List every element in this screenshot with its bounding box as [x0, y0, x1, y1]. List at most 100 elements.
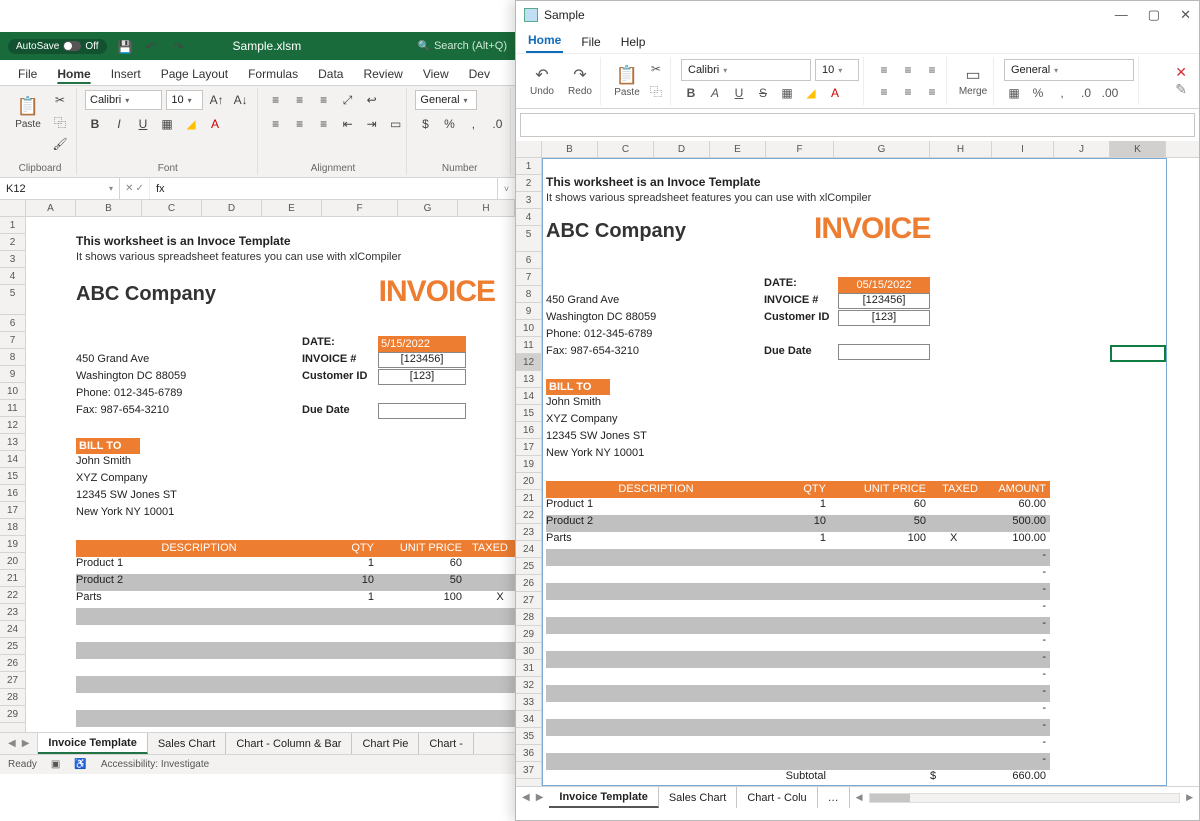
sm-row-header[interactable]: 25 — [516, 558, 541, 575]
sm-col-D[interactable]: D — [654, 141, 710, 157]
increase-font-icon[interactable]: A↑ — [207, 90, 227, 110]
sm-row-header[interactable]: 6 — [516, 252, 541, 269]
sm-row-header[interactable]: 33 — [516, 694, 541, 711]
fill-sm[interactable]: ◢ — [801, 83, 821, 103]
font-color-button[interactable]: A — [205, 114, 225, 134]
sm-row-header[interactable]: 17 — [516, 439, 541, 456]
increase-decimal-icon[interactable]: .0 — [487, 114, 507, 134]
sm-row-header[interactable]: 1 — [516, 158, 541, 175]
align-right-icon[interactable]: ≡ — [314, 114, 334, 134]
row-header[interactable]: 12 — [0, 417, 25, 434]
align-left-icon[interactable]: ≡ — [266, 114, 286, 134]
search-box[interactable]: Search (Alt+Q) — [417, 40, 507, 52]
merge-button[interactable]: ▭Merge — [957, 59, 989, 103]
sm-cells-area[interactable]: This worksheet is an Invoce Template It … — [542, 158, 1199, 786]
sm-row-header[interactable]: 37 — [516, 762, 541, 779]
cut-icon-sm[interactable]: ✂ — [646, 59, 666, 79]
accessibility-icon[interactable]: ♿ — [74, 759, 86, 770]
al-c[interactable]: ≡ — [898, 82, 918, 102]
row-header[interactable]: 2 — [0, 234, 25, 251]
fontcolor-sm[interactable]: A — [825, 83, 845, 103]
tab-page-layout[interactable]: Page Layout — [151, 63, 238, 85]
sm-col-K[interactable]: K — [1110, 141, 1166, 157]
border-button[interactable]: ▦ — [157, 114, 177, 134]
col-H[interactable]: H — [458, 200, 515, 216]
ribbon-close-icon[interactable]: ✕✎ — [1175, 64, 1193, 98]
sm-row-header[interactable]: 23 — [516, 524, 541, 541]
sm-sheet-invoice[interactable]: Invoice Template — [549, 787, 658, 808]
row-header[interactable]: 10 — [0, 383, 25, 400]
sm-col-F[interactable]: F — [766, 141, 834, 157]
sm-row-header[interactable]: 11 — [516, 337, 541, 354]
border-sm[interactable]: ▦ — [777, 83, 797, 103]
macros-icon[interactable]: ▣ — [51, 759, 60, 770]
underline-button[interactable]: U — [133, 114, 153, 134]
sm-horiz-scroll[interactable]: ◀▶ — [850, 787, 1199, 808]
italic-sm[interactable]: A — [705, 83, 725, 103]
paste-button[interactable]: 📋 Paste — [10, 90, 46, 136]
comma-icon[interactable]: , — [463, 114, 483, 134]
italic-button[interactable]: I — [109, 114, 129, 134]
sm-select-all[interactable] — [516, 141, 542, 157]
row-header[interactable]: 25 — [0, 638, 25, 655]
row-header[interactable]: 18 — [0, 519, 25, 536]
sm-col-C[interactable]: C — [598, 141, 654, 157]
sm-col-E[interactable]: E — [710, 141, 766, 157]
paste-button-sm[interactable]: 📋Paste — [611, 59, 643, 103]
font-name-select[interactable]: Calibri▾ — [85, 90, 162, 110]
align-center-icon[interactable]: ≡ — [290, 114, 310, 134]
bold-sm[interactable]: B — [681, 83, 701, 103]
percent-sm[interactable]: % — [1028, 83, 1048, 103]
row-header[interactable]: 15 — [0, 468, 25, 485]
sm-row-header[interactable]: 32 — [516, 677, 541, 694]
sm-row-header[interactable]: 4 — [516, 209, 541, 226]
row-header[interactable]: 9 — [0, 366, 25, 383]
sm-col-G[interactable]: G — [834, 141, 930, 157]
sm-row-header[interactable]: 27 — [516, 592, 541, 609]
row-header[interactable]: 4 — [0, 268, 25, 285]
sheet-chart-more[interactable]: Chart - — [419, 733, 474, 754]
row-header[interactable]: 28 — [0, 689, 25, 706]
tab-review[interactable]: Review — [353, 63, 412, 85]
merge-icon[interactable]: ▭ — [386, 114, 406, 134]
sm-sheet-nav[interactable]: ◀▶ — [516, 787, 549, 808]
row-header[interactable]: 26 — [0, 655, 25, 672]
row-header[interactable]: 23 — [0, 604, 25, 621]
al-t[interactable]: ≡ — [874, 60, 894, 80]
row-header[interactable]: 11 — [0, 400, 25, 417]
tab-data[interactable]: Data — [308, 63, 353, 85]
al-b[interactable]: ≡ — [922, 60, 942, 80]
col-C[interactable]: C — [142, 200, 202, 216]
menu-home[interactable]: Home — [526, 31, 563, 53]
percent-icon[interactable]: % — [439, 114, 459, 134]
orientation-icon[interactable]: ⤢ — [338, 90, 358, 110]
tab-home[interactable]: Home — [47, 63, 100, 85]
bold-button[interactable]: B — [85, 114, 105, 134]
sm-row-header[interactable]: 22 — [516, 507, 541, 524]
sm-row-header[interactable]: 15 — [516, 405, 541, 422]
close-icon[interactable]: ✕ — [1180, 7, 1191, 23]
name-box[interactable]: K12▾ — [0, 178, 120, 199]
sample-formula-bar[interactable] — [520, 113, 1195, 137]
wrap-text-icon[interactable]: ↩ — [362, 90, 382, 110]
select-all-corner[interactable] — [0, 200, 26, 216]
col-F[interactable]: F — [322, 200, 398, 216]
dec-inc-sm[interactable]: .0 — [1076, 83, 1096, 103]
dec-dec-sm[interactable]: .00 — [1100, 83, 1120, 103]
sheet-sales-chart[interactable]: Sales Chart — [148, 733, 226, 754]
al-m[interactable]: ≡ — [898, 60, 918, 80]
sm-row-header[interactable]: 14 — [516, 388, 541, 405]
align-top-icon[interactable]: ≡ — [266, 90, 286, 110]
font-size-sm[interactable]: 10▾ — [815, 59, 859, 81]
sm-row-header[interactable]: 29 — [516, 626, 541, 643]
copy-icon[interactable]: ⿻ — [50, 112, 70, 132]
cond-fmt-icon[interactable]: ▦ — [1004, 83, 1024, 103]
col-G[interactable]: G — [398, 200, 458, 216]
col-B[interactable]: B — [76, 200, 142, 216]
row-header[interactable]: 27 — [0, 672, 25, 689]
row-header[interactable]: 6 — [0, 315, 25, 332]
sm-row-header[interactable]: 34 — [516, 711, 541, 728]
sm-sheet-more[interactable]: … — [818, 787, 850, 808]
sm-sheet-sales[interactable]: Sales Chart — [659, 787, 737, 808]
row-header[interactable]: 21 — [0, 570, 25, 587]
